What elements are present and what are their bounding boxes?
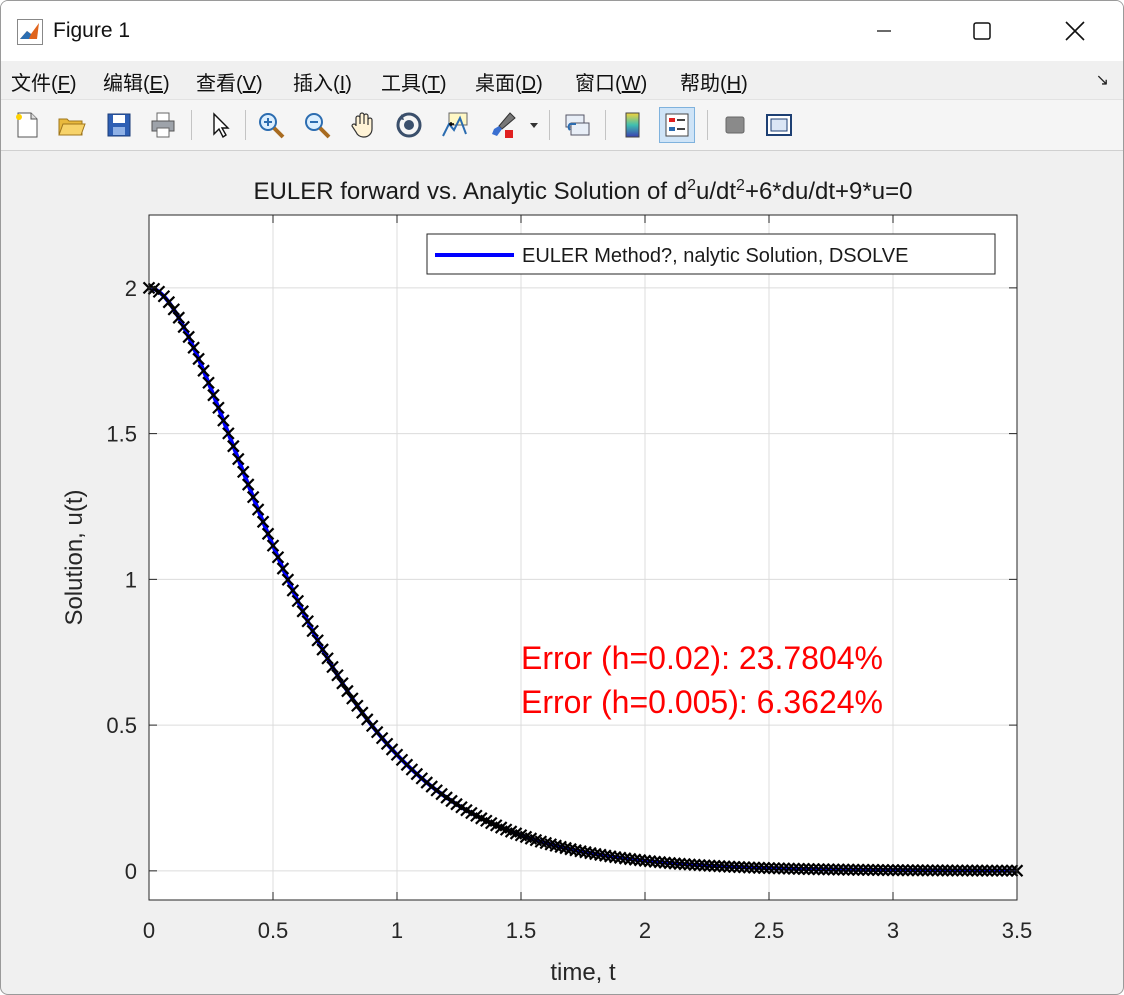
menu-view[interactable]: 查看(V) — [196, 67, 263, 96]
legend-entry-label: EULER Method?, nalytic Solution, DSOLVE — [522, 245, 908, 267]
rotate-3d-icon — [396, 112, 422, 138]
x-tick-label: 1 — [391, 918, 403, 943]
maximize-icon — [973, 22, 991, 40]
open-file-icon — [58, 118, 86, 136]
x-tick-label: 3.5 — [1002, 918, 1033, 943]
y-tick-label: 1.5 — [106, 422, 137, 447]
legend-icon — [665, 113, 689, 137]
open-file-button[interactable] — [53, 107, 89, 143]
show-plot-tools-button[interactable] — [761, 107, 797, 143]
x-tick-label: 3 — [887, 918, 899, 943]
legend-button[interactable] — [659, 107, 695, 143]
figure-toolbar — [1, 100, 1123, 151]
matlab-logo-icon — [17, 19, 43, 45]
zoom-out-button[interactable] — [299, 107, 335, 143]
brush-icon — [492, 112, 516, 138]
menu-edit[interactable]: 编辑(E) — [103, 67, 170, 96]
menu-window[interactable]: 窗口(W) — [575, 67, 647, 96]
legend-box[interactable]: EULER Method?, nalytic Solution, DSOLVE — [426, 233, 996, 275]
menu-file[interactable]: 文件(F) — [11, 67, 77, 96]
toolbar-separator — [549, 110, 550, 140]
y-tick-label: 0.5 — [106, 713, 137, 738]
figure-window: Figure 1 文件(F) 编辑(E) 查看(V) 插入(I) 工具(T) 桌… — [0, 0, 1124, 995]
y-tick-label: 0 — [125, 859, 137, 884]
link-plot-button[interactable] — [559, 107, 595, 143]
select-pointer-button[interactable] — [201, 107, 237, 143]
toolbar-separator — [245, 110, 246, 140]
data-cursor-button[interactable] — [437, 107, 473, 143]
window-title: Figure 1 — [53, 19, 131, 42]
print-icon — [151, 112, 175, 138]
rotate-3d-button[interactable] — [391, 107, 427, 143]
select-pointer-icon — [213, 112, 230, 139]
x-tick-label: 0.5 — [258, 918, 289, 943]
new-figure-button[interactable] — [9, 107, 45, 143]
title-bar[interactable]: Figure 1 — [1, 1, 1123, 61]
menu-tools[interactable]: 工具(T) — [381, 67, 447, 96]
data-cursor-icon — [442, 112, 468, 137]
pan-button[interactable] — [345, 107, 381, 143]
save-icon — [107, 113, 131, 137]
toolbar-separator — [707, 110, 708, 140]
plot-svg[interactable]: 0 0.5 1 1.5 2 2.5 3 3.5 0 0.5 1 1.5 2 EULER forward … — [7, 151, 1117, 989]
zoom-out-icon — [305, 113, 331, 139]
menu-help[interactable]: 帮助(H) — [680, 67, 748, 96]
toolbar-separator — [605, 110, 606, 140]
x-tick-label: 2 — [639, 918, 651, 943]
pan-hand-icon — [351, 112, 373, 138]
menu-desktop[interactable]: 桌面(D) — [475, 67, 543, 96]
y-tick-label: 2 — [125, 276, 137, 301]
new-figure-icon — [16, 112, 38, 138]
hide-plot-tools-icon — [725, 116, 745, 134]
dropdown-arrow-icon — [530, 123, 538, 128]
dock-arrow-icon[interactable]: ↘ — [1096, 70, 1109, 90]
y-tick-label: 1 — [125, 567, 137, 592]
brush-button[interactable] — [485, 107, 521, 143]
maximize-button[interactable] — [959, 11, 1005, 51]
toolbar-separator — [191, 110, 192, 140]
close-icon — [1065, 21, 1085, 41]
save-button[interactable] — [101, 107, 137, 143]
close-button[interactable] — [1052, 11, 1098, 51]
colorbar-button[interactable] — [615, 107, 651, 143]
y-axis-label: Solution, u(t) — [61, 489, 88, 625]
zoom-in-button[interactable] — [253, 107, 289, 143]
figure-canvas[interactable]: 0 0.5 1 1.5 2 2.5 3 3.5 0 0.5 1 1.5 2 EULER forward … — [7, 151, 1117, 989]
error-annotation-h0005: Error (h=0.005): 6.3624% — [521, 684, 883, 720]
show-plot-tools-icon — [766, 114, 792, 136]
minimize-icon — [877, 30, 891, 32]
print-button[interactable] — [145, 107, 181, 143]
x-axis-label: time, t — [550, 959, 616, 986]
x-tick-label: 1.5 — [506, 918, 537, 943]
x-tick-label: 2.5 — [754, 918, 785, 943]
error-annotation-h002: Error (h=0.02): 23.7804% — [521, 640, 883, 676]
x-tick-label: 0 — [143, 918, 155, 943]
hide-plot-tools-button[interactable] — [717, 107, 753, 143]
chart-title: EULER forward vs. Analytic Solution of d… — [254, 177, 913, 205]
link-plot-icon — [565, 114, 590, 136]
menu-bar: 文件(F) 编辑(E) 查看(V) 插入(I) 工具(T) 桌面(D) 窗口(W… — [1, 61, 1123, 100]
minimize-button[interactable] — [861, 11, 907, 51]
zoom-in-icon — [259, 113, 285, 139]
menu-insert[interactable]: 插入(I) — [293, 67, 352, 96]
colorbar-icon — [625, 112, 640, 138]
brush-dropdown-button[interactable] — [525, 107, 543, 143]
